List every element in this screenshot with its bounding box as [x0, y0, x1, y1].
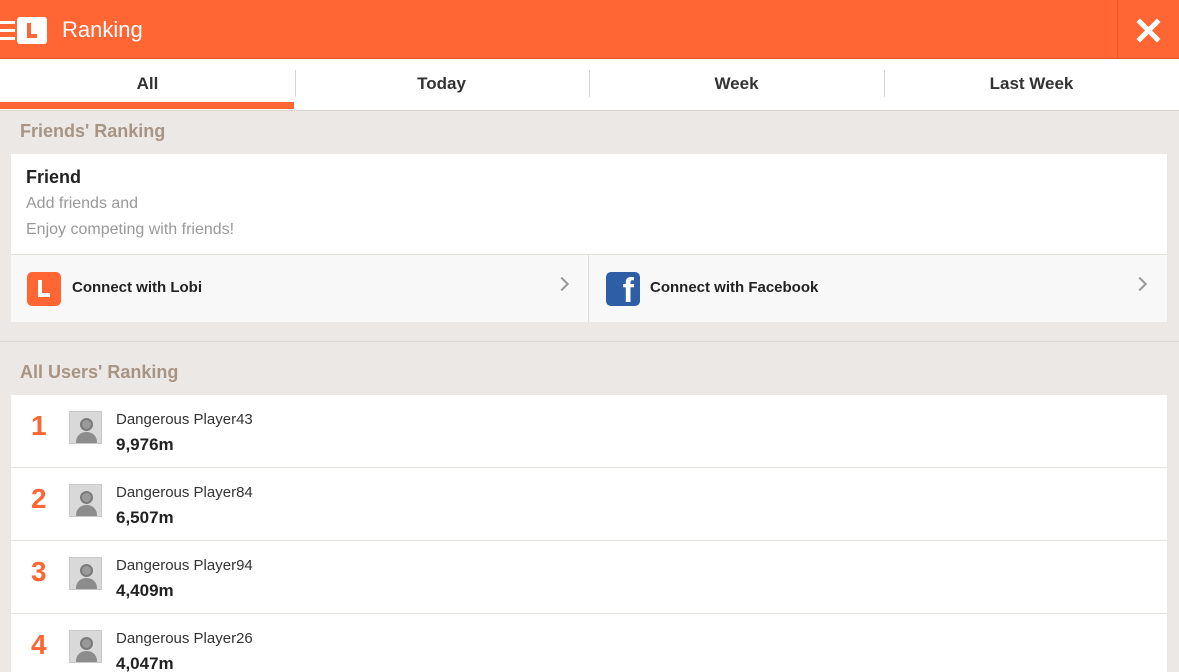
- friend-card: Friend Add friends and Enjoy competing w…: [11, 154, 1167, 322]
- player-name: Dangerous Player43: [116, 411, 253, 428]
- ranking-row[interactable]: 4 Dangerous Player26 4,047m: [11, 614, 1167, 672]
- avatar-icon: [69, 630, 102, 663]
- avatar-icon: [69, 484, 102, 517]
- player-score: 9,976m: [116, 435, 174, 454]
- friend-card-desc-line1: Add friends and: [26, 195, 139, 212]
- rank-number: 2: [31, 483, 47, 514]
- ranking-row[interactable]: 1 Dangerous Player43 9,976m: [11, 395, 1167, 468]
- tab-week[interactable]: Week: [589, 59, 884, 110]
- friends-ranking-title: Friends' Ranking: [20, 121, 166, 141]
- chevron-right-icon: [554, 276, 570, 292]
- lobi-icon: [27, 272, 61, 306]
- player-name: Dangerous Player94: [116, 557, 253, 574]
- rank-number: 1: [31, 410, 47, 441]
- player-score: 4,409m: [116, 581, 174, 600]
- tab-last-week[interactable]: Last Week: [884, 59, 1179, 110]
- connect-lobi-label: Connect with Lobi: [72, 279, 202, 296]
- ranking-tabs: All Today Week Last Week: [0, 59, 1179, 111]
- connect-facebook-button[interactable]: f Connect with Facebook: [589, 255, 1167, 322]
- ranking-row[interactable]: 3 Dangerous Player94 4,409m: [11, 541, 1167, 614]
- friend-card-title: Friend: [26, 167, 82, 187]
- player-name: Dangerous Player26: [116, 630, 253, 647]
- all-users-ranking-title: All Users' Ranking: [20, 362, 179, 382]
- tab-today[interactable]: Today: [294, 59, 589, 110]
- lobi-logo-icon: [17, 17, 47, 44]
- chevron-right-icon: [1132, 276, 1148, 292]
- player-score: 6,507m: [116, 508, 174, 527]
- avatar-icon: [69, 411, 102, 444]
- avatar-icon: [69, 557, 102, 590]
- active-tab-indicator: [0, 102, 294, 109]
- connect-facebook-label: Connect with Facebook: [650, 279, 819, 296]
- page-title: Ranking: [62, 17, 143, 42]
- player-name: Dangerous Player84: [116, 484, 253, 501]
- connect-row: Connect with Lobi f Connect with Faceboo…: [11, 254, 1167, 322]
- ranking-row[interactable]: 2 Dangerous Player84 6,507m: [11, 468, 1167, 541]
- player-score: 4,047m: [116, 654, 174, 672]
- close-icon[interactable]: [1117, 0, 1179, 59]
- connect-lobi-button[interactable]: Connect with Lobi: [11, 255, 589, 322]
- facebook-icon: f: [606, 272, 640, 306]
- rank-number: 3: [31, 556, 47, 587]
- app-header: Ranking: [0, 0, 1179, 59]
- rank-number: 4: [31, 629, 47, 660]
- friend-card-desc-line2: Enjoy competing with friends!: [26, 221, 235, 238]
- menu-icon[interactable]: [0, 21, 15, 40]
- section-divider: [0, 341, 1179, 342]
